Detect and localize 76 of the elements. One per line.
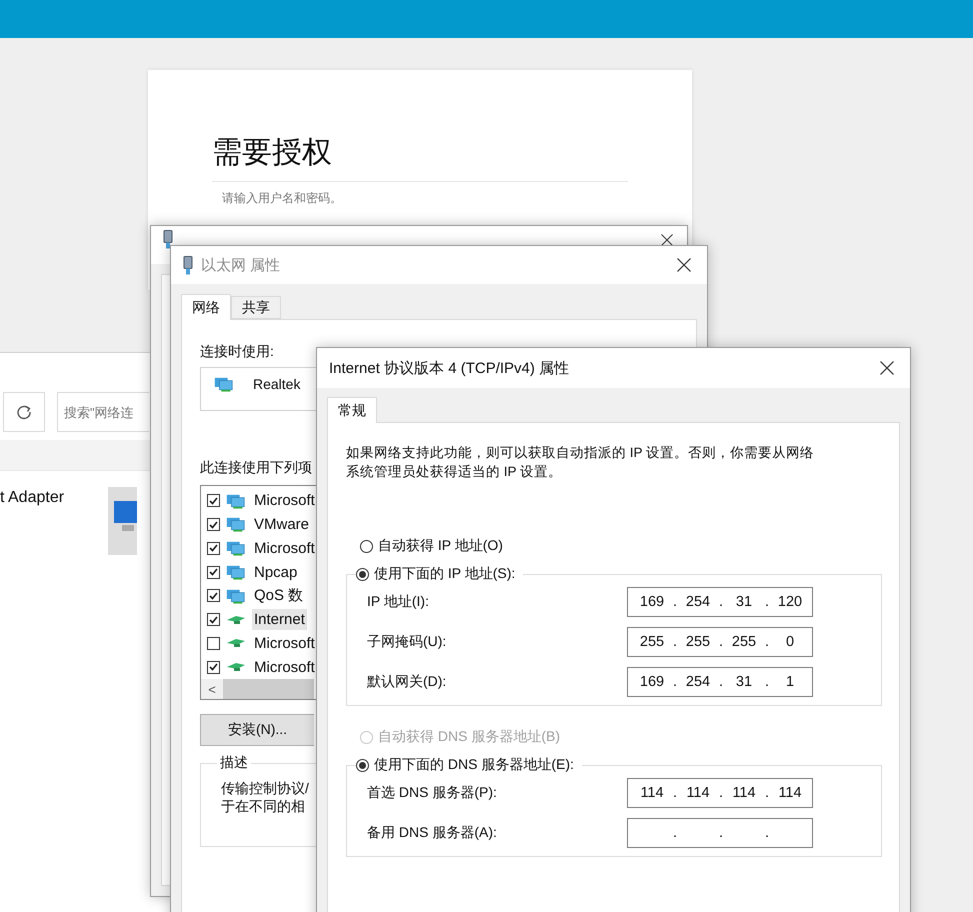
radio-label: 自动获得 DNS 服务器地址(B) — [378, 728, 560, 746]
network-icon — [225, 492, 247, 510]
window-title: 以太网 属性 — [201, 256, 280, 274]
network-icon — [213, 376, 235, 392]
list-item[interactable]: Internet — [252, 609, 307, 630]
network-icon — [225, 588, 247, 604]
refresh-icon — [16, 404, 32, 420]
group-legend: 描述 — [217, 754, 251, 772]
close-icon — [661, 234, 673, 246]
auth-title: 需要授权 — [212, 132, 628, 182]
checkbox[interactable] — [207, 494, 220, 508]
checkbox[interactable] — [207, 589, 220, 602]
radio-button[interactable] — [360, 540, 373, 552]
checkbox[interactable] — [207, 542, 220, 555]
radio-label: 自动获得 IP 地址(O) — [378, 537, 503, 555]
list-item[interactable]: Npcap — [252, 562, 300, 583]
check-icon — [209, 592, 218, 600]
close-button[interactable] — [661, 234, 673, 246]
field-label: 子网掩码(U): — [367, 633, 448, 651]
close-icon — [880, 361, 894, 375]
scroll-thumb[interactable] — [223, 679, 314, 699]
check-icon — [209, 520, 218, 529]
window-title: Internet 协议版本 4 (TCP/IPv4) 属性 — [329, 358, 570, 378]
install-button[interactable]: 安装(N)... — [200, 714, 314, 746]
checkbox[interactable] — [207, 518, 220, 532]
connect-using-label: 连接时使用: — [200, 343, 274, 361]
protocol-icon — [227, 616, 245, 624]
description-text: 于在不同的相 — [221, 798, 305, 816]
field-label: 首选 DNS 服务器(P): — [367, 784, 498, 802]
tab[interactable]: 网络 — [181, 294, 231, 320]
network-icon — [225, 564, 247, 580]
monitor-icon — [108, 487, 138, 555]
plug-icon — [163, 230, 173, 249]
items-label: 此连接使用下列项 — [200, 459, 312, 477]
protocol-icon — [227, 663, 245, 672]
tab[interactable]: 常规 — [327, 397, 377, 423]
ip-address-field[interactable]: 255 . 255 . 255 . 0 — [627, 627, 813, 657]
radio-label: 使用下面的 DNS 服务器地址(E): — [374, 756, 574, 774]
network-icon — [225, 516, 247, 533]
check-icon — [209, 663, 218, 672]
checkbox[interactable] — [207, 636, 220, 650]
ip-address-field[interactable]: 169 . 254 . 31 . 120 — [627, 587, 813, 617]
list-item[interactable]: Microsoft — [252, 656, 317, 678]
adapter-name: t Adapter — [0, 489, 64, 508]
list-item[interactable]: VMware — [252, 514, 312, 536]
check-icon — [209, 616, 218, 624]
ip-address-field[interactable]: . . . — [627, 818, 813, 848]
ip-address-field[interactable]: 169 . 254 . 31 . 1 — [627, 667, 813, 697]
check-icon — [209, 568, 218, 576]
adapter-name: Realtek — [253, 376, 300, 392]
network-icon — [225, 540, 247, 557]
field-label: IP 地址(I): — [367, 593, 430, 611]
description-text: 传输控制协议/ — [221, 780, 309, 798]
check-icon — [209, 544, 218, 552]
list-item[interactable]: Microsoft — [252, 490, 317, 512]
search-field[interactable]: 搜索"网络连 — [57, 392, 149, 432]
check-icon — [209, 496, 218, 505]
radio-button[interactable] — [356, 758, 369, 772]
protocol-icon — [227, 639, 245, 648]
refresh-button[interactable] — [3, 392, 45, 432]
tab[interactable]: 共享 — [231, 296, 281, 319]
list-item[interactable]: Microsoft — [252, 632, 317, 654]
close-icon — [677, 258, 691, 272]
list-item[interactable]: Microsoft — [252, 538, 317, 559]
intro-text: 如果网络支持此功能，则可以获取自动指派的 IP 设置。否则，你需要从网络 系统管理员处获得适当的 IP 设置。 — [346, 444, 814, 481]
checkbox[interactable] — [207, 566, 220, 579]
field-label: 备用 DNS 服务器(A): — [367, 824, 498, 842]
radio-label: 使用下面的 IP 地址(S): — [374, 565, 516, 583]
ip-address-field[interactable]: 114 . 114 . 114 . 114 — [627, 778, 813, 808]
checkbox[interactable] — [207, 613, 220, 626]
checkbox[interactable] — [207, 660, 220, 674]
field-label: 默认网关(D): — [367, 673, 448, 691]
plug-icon — [183, 256, 193, 274]
auth-subtitle: 请输入用户名和密码。 — [222, 190, 343, 207]
list-item[interactable]: QoS 数 — [252, 584, 306, 608]
radio-button[interactable] — [356, 568, 369, 580]
